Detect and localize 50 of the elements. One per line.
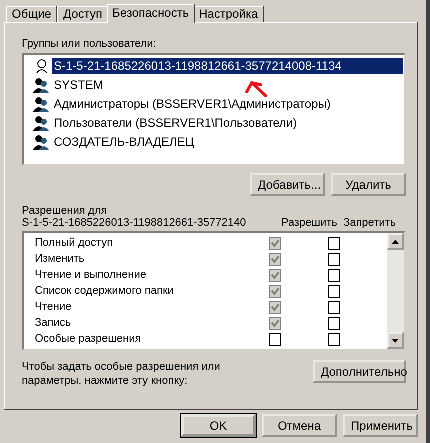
permission-name: Особые разрешения <box>34 333 142 345</box>
user-item[interactable]: СОЗДАТЕЛЬ-ВЛАДЕЛЕЦ <box>52 134 196 150</box>
checkbox[interactable] <box>269 268 282 282</box>
add-button[interactable]: Добавить... <box>250 173 325 196</box>
advanced-button[interactable]: Дополнительно <box>313 360 406 383</box>
tab[interactable]: Общие <box>6 6 58 22</box>
scroll-up-icon[interactable] <box>392 240 399 244</box>
checkbox[interactable] <box>328 316 340 330</box>
advanced-hint: Чтобы задать особые разрешения или параметры, нажмите эту кнопку: <box>22 360 222 388</box>
column-header: Запретить <box>343 217 396 229</box>
checkbox[interactable] <box>328 252 340 266</box>
cancel-button[interactable]: Отмена <box>262 414 337 437</box>
permission-name: Чтение <box>34 301 73 313</box>
arrow-icon <box>244 80 270 98</box>
permissions-label: Разрешения для <box>22 205 108 217</box>
user-group-icon <box>33 134 49 150</box>
checkbox[interactable] <box>269 316 282 330</box>
tab[interactable]: Безопасность <box>106 4 196 23</box>
checkbox[interactable] <box>269 332 282 346</box>
scroll-down-icon[interactable] <box>392 338 399 342</box>
user-group-icon <box>33 76 49 92</box>
checkbox[interactable] <box>269 252 282 266</box>
user-item[interactable]: Администраторы (BSSERVER1\Администраторы) <box>52 96 333 112</box>
checkbox[interactable] <box>328 268 340 282</box>
ok-button[interactable]: OK <box>181 414 256 437</box>
checkbox[interactable] <box>328 300 340 314</box>
groups-label: Группы или пользователи: <box>22 38 158 50</box>
checkbox[interactable] <box>269 236 282 250</box>
user-item[interactable]: Пользователи (BSSERVER1\Пользователи) <box>52 114 300 130</box>
tab[interactable]: Настройка <box>193 6 264 22</box>
permission-name: Запись <box>34 317 72 329</box>
permission-name: Чтение и выполнение <box>34 269 148 281</box>
permission-name: Список содержимого папки <box>34 285 175 297</box>
checkbox[interactable] <box>328 284 340 298</box>
user-group-icon <box>33 96 49 112</box>
checkbox[interactable] <box>269 284 282 298</box>
checkbox[interactable] <box>269 300 282 314</box>
permission-name: Изменить <box>34 253 86 265</box>
apply-button[interactable]: Применить <box>343 414 418 437</box>
permissions-user: S-1-5-21-1685226013-1198812661-35772140 <box>22 217 248 229</box>
checkbox[interactable] <box>328 236 340 250</box>
column-header: Разрешить <box>281 217 338 229</box>
user-group-icon <box>33 114 49 130</box>
user-item[interactable]: SYSTEM <box>52 76 106 92</box>
checkbox[interactable] <box>328 332 340 346</box>
tab[interactable]: Доступ <box>57 6 109 22</box>
scrollbar[interactable] <box>387 233 404 349</box>
permission-name: Полный доступ <box>34 237 114 249</box>
remove-button[interactable]: Удалить <box>331 173 406 196</box>
user-item[interactable]: S-1-5-21-1685226013-1198812661-3577214008-1134 <box>52 58 403 74</box>
